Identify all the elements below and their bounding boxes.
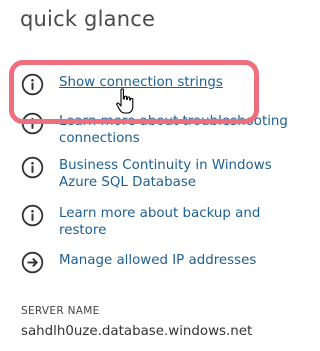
info-icon <box>21 204 44 227</box>
quick-glance-title: quick glance <box>20 7 156 31</box>
link-label: Learn more about backup and restore <box>59 206 261 238</box>
server-name-value: sahdlh0uze.database.windows.net <box>21 324 253 339</box>
info-icon <box>21 156 44 179</box>
show-connection-strings-link[interactable]: Show connection strings <box>21 73 223 96</box>
info-icon <box>21 112 44 135</box>
link-label: Business Continuity in Windows Azure SQL… <box>59 158 272 190</box>
manage-ip-addresses-link[interactable]: Manage allowed IP addresses <box>21 251 256 274</box>
backup-restore-link[interactable]: Learn more about backup and restore <box>21 204 284 239</box>
link-label: Learn more about troubleshooting connect… <box>59 114 288 146</box>
business-continuity-link[interactable]: Business Continuity in Windows Azure SQL… <box>21 156 289 191</box>
server-name-label: SERVER NAME <box>21 305 100 317</box>
troubleshooting-connections-link[interactable]: Learn more about troubleshooting connect… <box>21 112 304 147</box>
link-label: Manage allowed IP addresses <box>59 253 257 268</box>
info-icon <box>21 73 44 96</box>
link-label: Show connection strings <box>59 75 223 90</box>
arrow-right-icon <box>21 251 44 274</box>
